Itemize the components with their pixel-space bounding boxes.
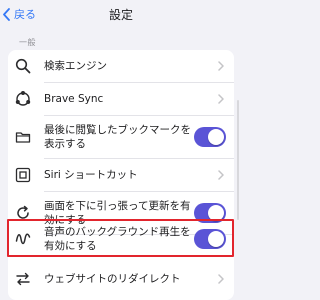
row-website-redirect[interactable]: ウェブサイトのリダイレクト bbox=[8, 263, 234, 295]
chevron-right-icon bbox=[218, 94, 224, 104]
scrollbar[interactable] bbox=[237, 100, 239, 220]
show-bookmarks-toggle[interactable] bbox=[194, 127, 226, 147]
row-search-engine[interactable]: 検索エンジン bbox=[8, 50, 234, 82]
search-icon bbox=[14, 57, 32, 75]
settings-screen: 戻る 設定 一般 検索エンジン Brave Sync 最後に閲覧したブックマーク… bbox=[0, 0, 242, 300]
back-label: 戻る bbox=[14, 8, 36, 21]
chevron-right-icon bbox=[218, 274, 224, 284]
section-header: 一般 bbox=[19, 38, 36, 47]
folder-icon bbox=[14, 128, 32, 146]
row-label: 最後に閲覧したブックマークを表示する bbox=[44, 124, 191, 150]
row-label: Brave Sync bbox=[44, 93, 104, 105]
row-brave-sync[interactable]: Brave Sync bbox=[8, 83, 234, 115]
sync-icon bbox=[14, 90, 32, 108]
siri-icon bbox=[14, 166, 32, 184]
highlight-box bbox=[7, 219, 234, 257]
row-label: 検索エンジン bbox=[44, 60, 107, 72]
page-title: 設定 bbox=[108, 7, 133, 22]
redirect-icon bbox=[14, 270, 32, 288]
chevron-right-icon bbox=[218, 170, 224, 180]
navigation-bar: 戻る 設定 bbox=[0, 0, 242, 28]
settings-list: 検索エンジン Brave Sync 最後に閲覧したブックマークを表示する Sir… bbox=[8, 50, 234, 300]
chevron-left-icon bbox=[3, 7, 10, 21]
chevron-right-icon bbox=[218, 61, 224, 71]
row-show-last-bookmarks[interactable]: 最後に閲覧したブックマークを表示する bbox=[8, 116, 234, 158]
back-button[interactable]: 戻る bbox=[2, 0, 36, 28]
row-label: Siri ショートカット bbox=[44, 169, 138, 181]
toggle-knob bbox=[208, 129, 224, 145]
row-label: ウェブサイトのリダイレクト bbox=[44, 273, 181, 285]
row-siri-shortcuts[interactable]: Siri ショートカット bbox=[8, 159, 234, 191]
